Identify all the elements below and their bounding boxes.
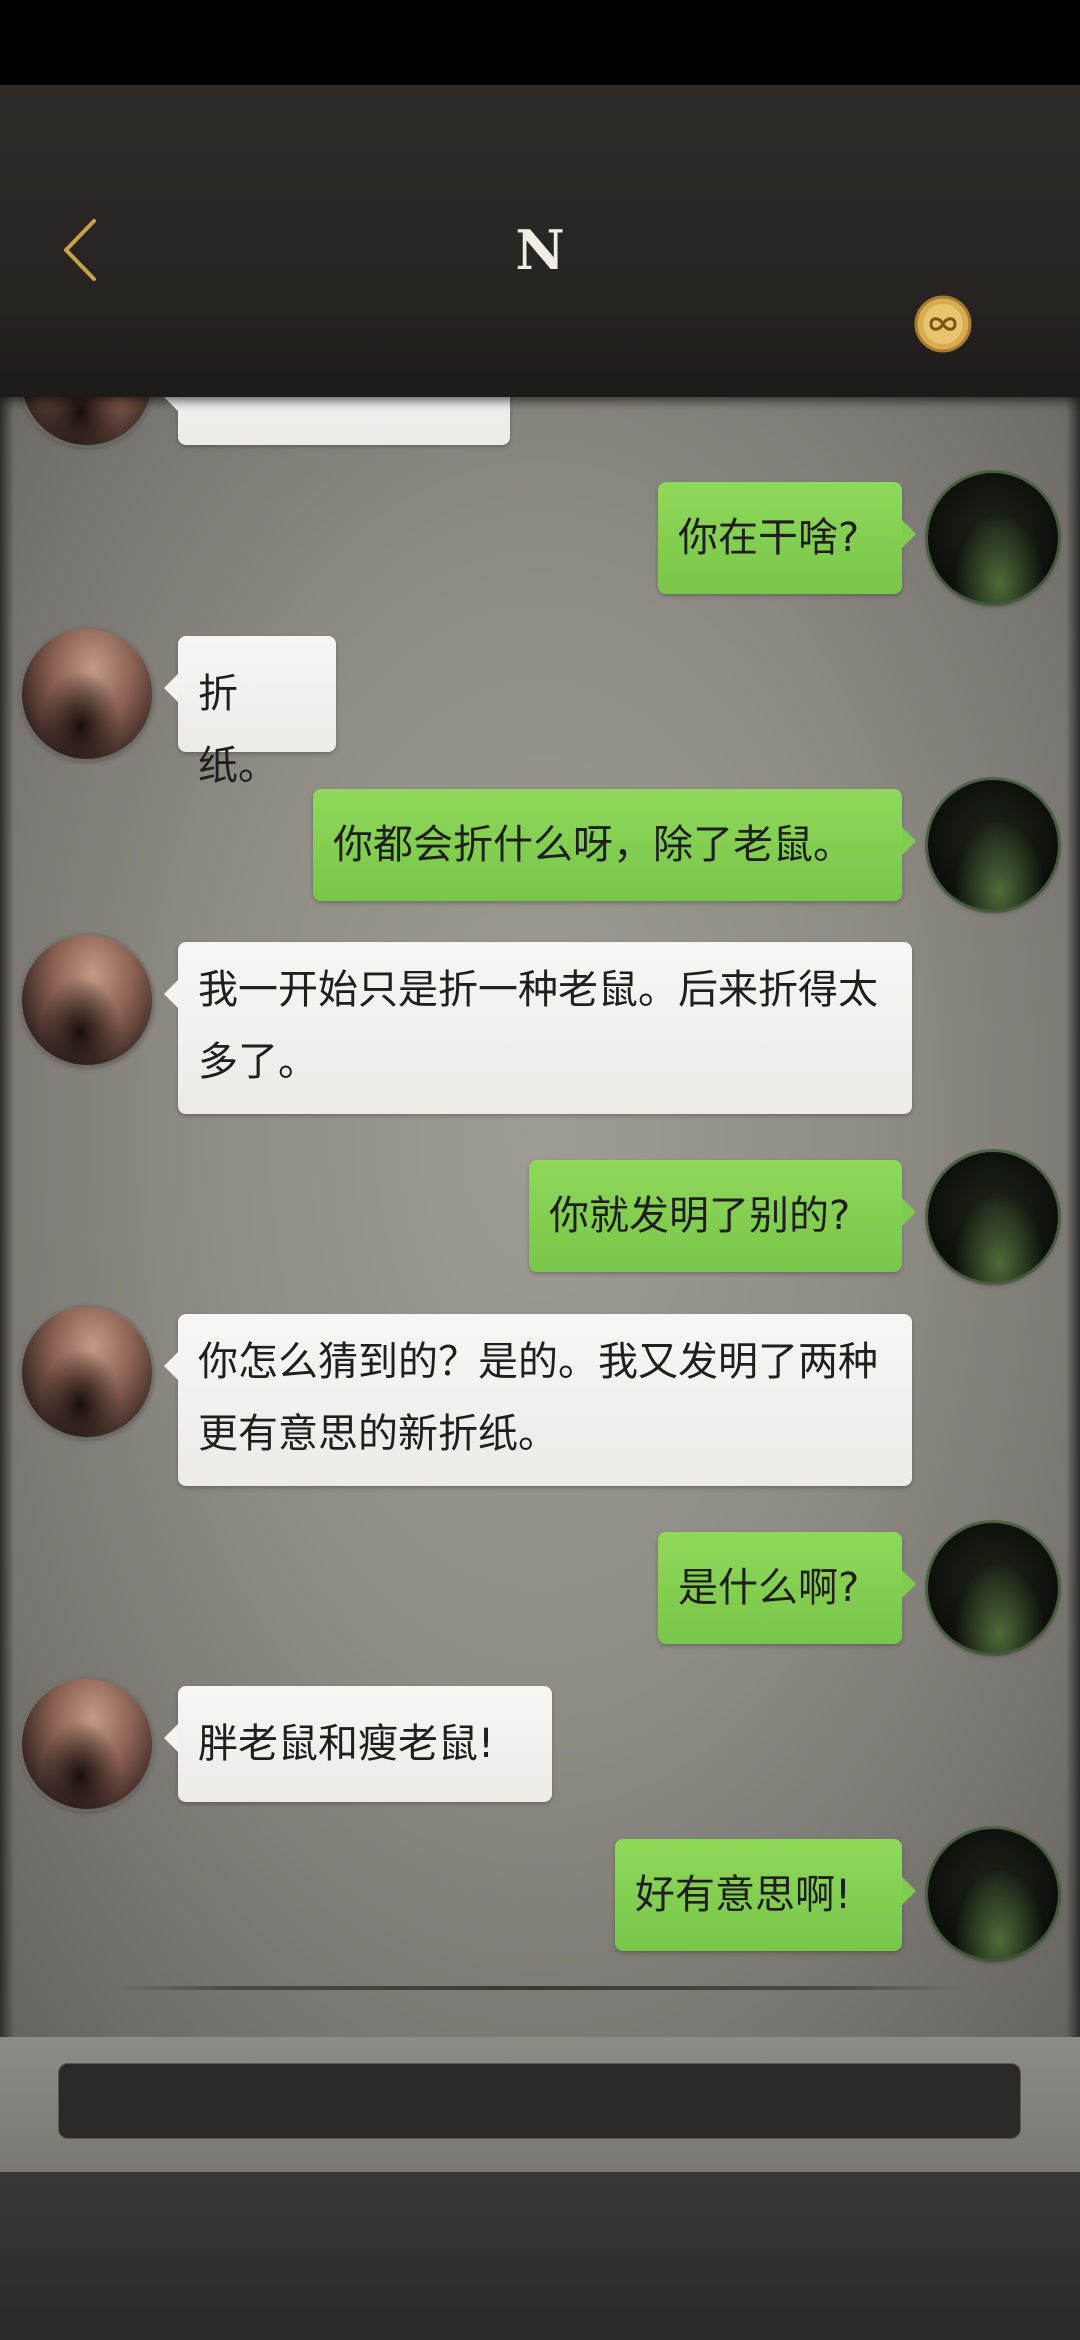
chat-area[interactable]: 你在干啥? 折纸。 你都会折什么呀，除了老鼠。 我一开始只是折一种老鼠。后来折得… — [0, 397, 1080, 2037]
chat-divider — [110, 1986, 960, 1990]
infinity-coin-icon — [914, 295, 972, 353]
avatar[interactable] — [928, 1829, 1058, 1959]
message-bubble-outgoing: 你就发明了别的? — [529, 1160, 916, 1272]
message-bubble-incoming: 我一开始只是折一种老鼠。后来折得太多了。 — [164, 942, 912, 1114]
nav-bar: N — [0, 85, 1080, 397]
avatar[interactable] — [928, 473, 1058, 603]
chat-title: N — [515, 218, 565, 282]
bottom-panel — [0, 2172, 1080, 2340]
avatar[interactable] — [928, 1152, 1058, 1282]
message-bubble-incoming — [164, 397, 510, 445]
avatar[interactable] — [928, 1523, 1058, 1653]
message-bubble-outgoing: 你在干啥? — [658, 482, 916, 594]
coin-button[interactable] — [913, 294, 973, 354]
message-bubble-outgoing: 好有意思啊! — [615, 1839, 916, 1951]
message-bubble-outgoing: 你都会折什么呀，除了老鼠。 — [313, 789, 916, 901]
status-bar — [0, 0, 1080, 85]
avatar[interactable] — [22, 397, 152, 445]
avatar[interactable] — [22, 629, 152, 759]
message-bubble-outgoing: 是什么啊? — [658, 1532, 916, 1644]
message-bubble-incoming: 折纸。 — [164, 636, 336, 789]
avatar[interactable] — [22, 1307, 152, 1437]
message-bubble-incoming: 胖老鼠和瘦老鼠! — [164, 1686, 552, 1802]
avatar[interactable] — [22, 1679, 152, 1809]
message-input[interactable] — [58, 2063, 1021, 2139]
back-button[interactable] — [50, 200, 110, 300]
avatar[interactable] — [928, 780, 1058, 910]
chevron-left-icon — [64, 219, 96, 281]
avatar[interactable] — [22, 935, 152, 1065]
message-bubble-incoming: 你怎么猜到的？是的。我又发明了两种更有意思的新折纸。 — [164, 1314, 912, 1486]
